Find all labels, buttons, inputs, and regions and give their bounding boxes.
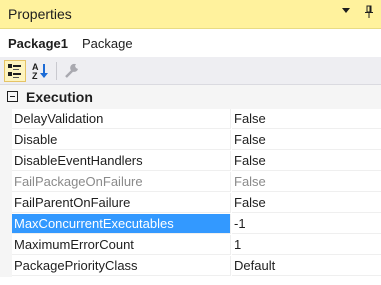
property-row-failparentonfailure[interactable]: FailParentOnFailure False: [0, 193, 381, 214]
property-value-cell[interactable]: False: [232, 130, 381, 150]
properties-toolbar: A Z: [0, 57, 381, 85]
row-gutter: [0, 235, 12, 256]
property-row-delayvalidation[interactable]: DelayValidation False: [0, 109, 381, 130]
row-gutter: [0, 172, 12, 193]
property-name: FailParentOnFailure: [14, 195, 131, 210]
chevron-down-icon[interactable]: [342, 8, 350, 13]
sort-alphabetical-icon: A Z: [32, 62, 48, 81]
property-name-cell[interactable]: PackagePriorityClass: [12, 256, 231, 276]
row-gutter: [0, 256, 12, 277]
category-label: Execution: [26, 89, 93, 105]
categorized-view-button[interactable]: [4, 60, 26, 82]
property-value: False: [234, 153, 266, 168]
window-title: Properties: [8, 6, 72, 22]
toolbar-separator: [56, 62, 57, 80]
property-value: -1: [234, 216, 246, 231]
property-name: Disable: [14, 132, 58, 147]
property-name-cell[interactable]: FailParentOnFailure: [12, 193, 231, 213]
collapse-icon[interactable]: [7, 91, 18, 102]
wrench-icon: [65, 63, 78, 78]
property-name-cell[interactable]: DelayValidation: [12, 109, 231, 129]
title-bar: Properties: [0, 0, 381, 29]
property-value: Default: [234, 258, 276, 273]
alphabetical-sort-button[interactable]: A Z: [30, 60, 52, 82]
property-value-cell[interactable]: False: [232, 193, 381, 213]
property-value: False: [234, 111, 266, 126]
property-name-cell[interactable]: FailPackageOnFailure: [12, 172, 231, 192]
property-value: False: [234, 174, 266, 189]
row-gutter: [0, 151, 12, 172]
properties-window: Properties Package1 Package A Z Executio…: [0, 0, 381, 285]
object-selector[interactable]: Package1 Package: [0, 29, 381, 57]
property-name-cell[interactable]: MaximumErrorCount: [12, 235, 231, 255]
property-name-cell[interactable]: MaxConcurrentExecutables: [12, 214, 231, 234]
property-name: MaxConcurrentExecutables: [14, 216, 174, 231]
property-row-maximumerrorcount[interactable]: MaximumErrorCount 1: [0, 235, 381, 256]
property-row-packagepriorityclass[interactable]: PackagePriorityClass Default: [0, 256, 381, 277]
property-name: DisableEventHandlers: [14, 153, 143, 168]
categorized-view-icon: [8, 64, 21, 78]
object-type: Package: [82, 36, 133, 51]
property-row-disable[interactable]: Disable False: [0, 130, 381, 151]
row-gutter: [0, 130, 12, 151]
property-value: False: [234, 132, 266, 147]
property-rows: DelayValidation False Disable False Disa…: [0, 109, 381, 277]
property-value-cell[interactable]: Default: [232, 256, 381, 276]
property-value-cell[interactable]: 1: [232, 235, 381, 255]
property-value: 1: [234, 237, 242, 252]
object-name: Package1: [8, 36, 68, 51]
property-name: PackagePriorityClass: [14, 258, 138, 273]
property-value-cell[interactable]: False: [232, 151, 381, 171]
category-row-execution[interactable]: Execution: [0, 85, 381, 109]
row-gutter: [0, 109, 12, 130]
property-name: FailPackageOnFailure: [14, 174, 143, 189]
property-name: DelayValidation: [14, 111, 104, 126]
property-row-maxconcurrentexecutables[interactable]: MaxConcurrentExecutables -1: [0, 214, 381, 235]
property-pages-button[interactable]: [62, 60, 82, 82]
property-value: False: [234, 195, 266, 210]
property-grid: Execution DelayValidation False Disable …: [0, 85, 381, 285]
property-value-cell[interactable]: False: [232, 109, 381, 129]
property-name-cell[interactable]: Disable: [12, 130, 231, 150]
property-value-cell[interactable]: False: [232, 172, 381, 192]
property-name-cell[interactable]: DisableEventHandlers: [12, 151, 231, 171]
property-name: MaximumErrorCount: [14, 237, 134, 252]
property-value-cell[interactable]: -1: [232, 214, 381, 234]
row-gutter: [0, 214, 12, 235]
pin-icon[interactable]: [364, 5, 374, 22]
property-row-disableeventhandlers[interactable]: DisableEventHandlers False: [0, 151, 381, 172]
property-row-failpackageonfailure[interactable]: FailPackageOnFailure False: [0, 172, 381, 193]
svg-text:Z: Z: [32, 71, 38, 81]
row-gutter: [0, 193, 12, 214]
